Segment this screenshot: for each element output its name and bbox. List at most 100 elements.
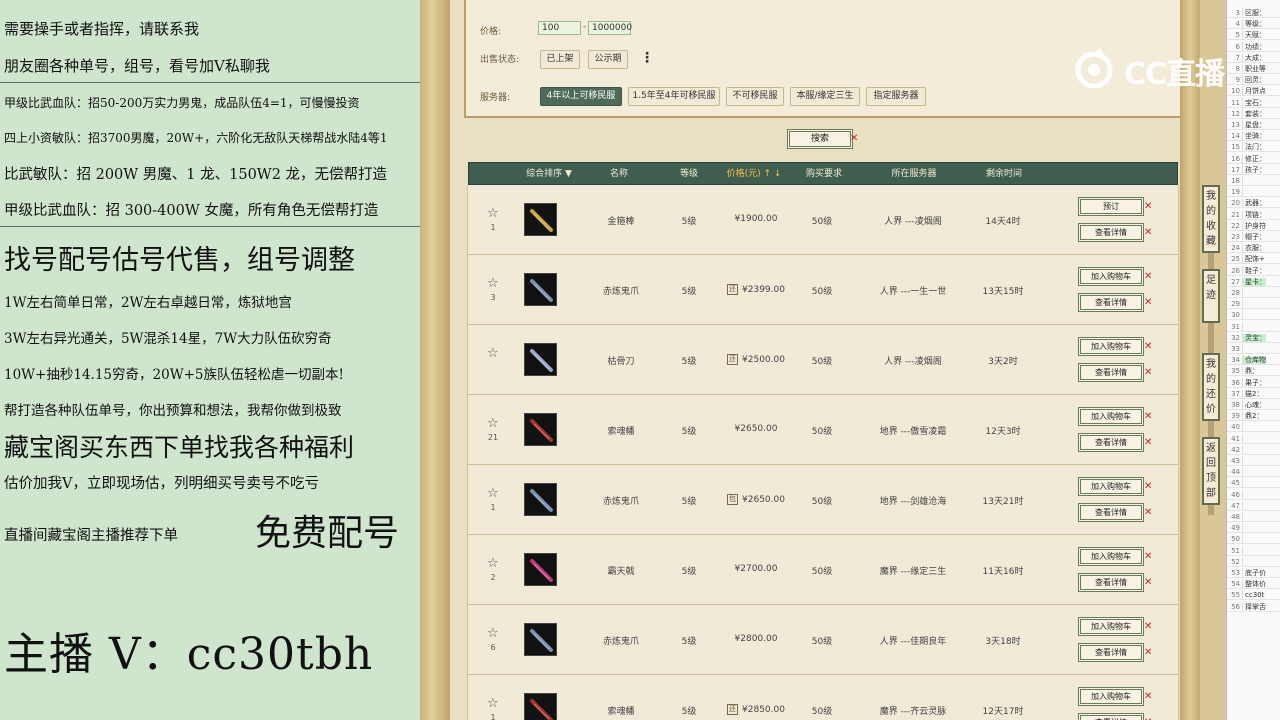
sheet-row[interactable]: 3 区服： — [1227, 8, 1280, 18]
item-name[interactable]: 金箍棒 — [591, 214, 651, 227]
sheet-cell[interactable]: 衣服： — [1243, 244, 1266, 252]
table-row[interactable]: ☆ 2 霸天戟 5级 ¥2700.00 50级 魔界 ---缘定三生 11天16… — [467, 535, 1179, 605]
sheet-row[interactable]: 31 — [1227, 321, 1280, 332]
sheet-cell[interactable]: 帽子： — [1243, 233, 1266, 241]
sheet-cell[interactable]: 等级： — [1243, 20, 1266, 28]
add-to-cart-button[interactable]: 加入购物车 — [1078, 547, 1144, 566]
sheet-cell[interactable] — [1243, 479, 1245, 487]
item-name[interactable]: 索魂幡 — [591, 704, 651, 717]
sheet-row[interactable]: 48 — [1227, 512, 1280, 522]
sheet-row[interactable]: 37 猫2： — [1227, 388, 1280, 399]
sheet-row[interactable]: 9 回灵： — [1227, 75, 1280, 86]
view-details-button[interactable]: 查看详情 — [1078, 713, 1144, 720]
item-image[interactable] — [524, 623, 557, 656]
close-icon[interactable]: ✕ — [1144, 341, 1152, 352]
add-to-cart-button[interactable]: 加入购物车 — [1078, 687, 1144, 706]
view-details-button[interactable]: 查看详情 — [1078, 573, 1144, 592]
sheet-row[interactable]: 27 星卡： — [1227, 276, 1280, 287]
sheet-cell[interactable]: 护身符 — [1243, 222, 1266, 230]
add-to-cart-button[interactable]: 加入购物车 — [1078, 407, 1144, 426]
close-icon[interactable]: ✕ — [1144, 271, 1152, 282]
sheet-cell[interactable] — [1243, 345, 1245, 353]
sheet-row[interactable]: 49 — [1227, 523, 1280, 534]
add-to-cart-button[interactable]: 预订 — [1078, 197, 1144, 216]
sheet-row[interactable]: 28 — [1227, 288, 1280, 298]
sheet-row[interactable]: 56 择掌舌 — [1227, 601, 1280, 612]
sheet-row[interactable]: 25 配饰+ — [1227, 254, 1280, 265]
view-details-button[interactable]: 查看详情 — [1078, 223, 1144, 242]
sheet-row[interactable]: 8 职业等 — [1227, 64, 1280, 74]
server-option-local[interactable]: 本服/缘定三生 — [790, 87, 860, 106]
sheet-row[interactable]: 46 — [1227, 489, 1280, 500]
item-image[interactable] — [524, 203, 557, 236]
sheet-cell[interactable] — [1243, 513, 1245, 521]
sheet-cell[interactable] — [1243, 535, 1245, 543]
close-icon[interactable]: ✕ — [1144, 227, 1152, 238]
sheet-cell[interactable]: 武器： — [1243, 199, 1266, 207]
sheet-cell[interactable]: 法门： — [1243, 143, 1266, 151]
item-image[interactable] — [524, 343, 557, 376]
sheet-row[interactable]: 15 法门： — [1227, 142, 1280, 153]
sheet-cell[interactable] — [1243, 289, 1245, 297]
favorite-star-icon[interactable]: ☆ — [487, 486, 499, 501]
sheet-row[interactable]: 29 — [1227, 299, 1280, 310]
sheet-cell[interactable]: 底子价 — [1243, 569, 1266, 577]
sheet-row[interactable]: 6 功绩： — [1227, 41, 1280, 52]
close-icon[interactable]: ✕ — [1144, 201, 1152, 212]
item-image[interactable] — [524, 693, 557, 720]
sheet-cell[interactable]: 修正： — [1243, 155, 1266, 163]
sheet-cell[interactable]: 仓库物 — [1243, 356, 1266, 365]
sheet-row[interactable]: 26 鞋子： — [1227, 265, 1280, 276]
sheet-row[interactable]: 54 整体价 — [1227, 579, 1280, 590]
sheet-cell[interactable] — [1243, 300, 1245, 308]
sheet-row[interactable]: 4 等级： — [1227, 19, 1280, 30]
sheet-row[interactable]: 45 — [1227, 478, 1280, 489]
sheet-cell[interactable]: 项链： — [1243, 211, 1266, 219]
sheet-cell[interactable]: 孩子： — [1243, 166, 1266, 174]
sheet-cell[interactable] — [1243, 446, 1245, 454]
server-option-specific[interactable]: 指定服务器 — [866, 87, 926, 106]
sheet-row[interactable]: 33 — [1227, 344, 1280, 354]
sheet-row[interactable]: 12 套装： — [1227, 108, 1280, 119]
sheet-cell[interactable]: 宝石： — [1243, 99, 1266, 107]
sheet-cell[interactable] — [1243, 323, 1245, 331]
view-details-button[interactable]: 查看详情 — [1078, 643, 1144, 662]
close-icon[interactable]: ✕ — [1144, 481, 1152, 492]
favorite-star-icon[interactable]: ☆ — [487, 276, 499, 291]
sheet-cell[interactable]: cc30t — [1243, 591, 1264, 599]
sheet-row[interactable]: 13 星盘： — [1227, 120, 1280, 130]
sheet-cell[interactable]: 回灵： — [1243, 76, 1266, 84]
sheet-cell[interactable] — [1243, 457, 1245, 465]
sheet-row[interactable]: 39 鼎2： — [1227, 411, 1280, 422]
sheet-cell[interactable] — [1243, 435, 1245, 443]
sheet-row[interactable]: 20 武器： — [1227, 198, 1280, 209]
sheet-row[interactable]: 53 底子价 — [1227, 568, 1280, 578]
sheet-row[interactable]: 10 月饼点 — [1227, 86, 1280, 97]
sheet-cell[interactable]: 大成： — [1243, 54, 1266, 62]
sheet-row[interactable]: 34 仓库物 — [1227, 355, 1280, 366]
status-preview-button[interactable]: 公示期 — [588, 50, 628, 69]
sheet-cell[interactable]: 套装： — [1243, 110, 1266, 118]
table-row[interactable]: ☆ 3 赤炼鬼爪 5级 还 ¥2399.00 50级 人界 ---一生一世 13天… — [467, 255, 1179, 325]
close-icon[interactable]: ✕ — [1144, 621, 1152, 632]
item-name[interactable]: 枯骨刀 — [591, 354, 651, 367]
sheet-cell[interactable]: 配饰+ — [1243, 255, 1265, 263]
sheet-cell[interactable]: 果子： — [1243, 379, 1266, 387]
sheet-row[interactable]: 36 果子： — [1227, 377, 1280, 388]
close-icon[interactable]: ✕ — [1144, 367, 1152, 378]
server-option-4yr[interactable]: 4年以上可移民服 — [540, 87, 622, 106]
sheet-cell[interactable]: 猫2： — [1243, 390, 1263, 398]
item-image[interactable] — [524, 273, 557, 306]
item-name[interactable]: 赤炼鬼爪 — [591, 634, 651, 647]
sheet-cell[interactable]: 择掌舌 — [1243, 603, 1266, 611]
close-icon[interactable]: ✕ — [1144, 691, 1152, 702]
sheet-row[interactable]: 44 — [1227, 467, 1280, 478]
close-icon[interactable]: ✕ — [1144, 411, 1152, 422]
tab-history[interactable]: 足迹 — [1202, 269, 1220, 323]
item-name[interactable]: 赤炼鬼爪 — [591, 284, 651, 297]
sheet-cell[interactable]: 鼎： — [1243, 367, 1259, 375]
item-image[interactable] — [524, 483, 557, 516]
sheet-cell[interactable] — [1243, 558, 1245, 566]
sheet-row[interactable]: 17 孩子： — [1227, 164, 1280, 175]
sheet-cell[interactable] — [1243, 547, 1245, 555]
